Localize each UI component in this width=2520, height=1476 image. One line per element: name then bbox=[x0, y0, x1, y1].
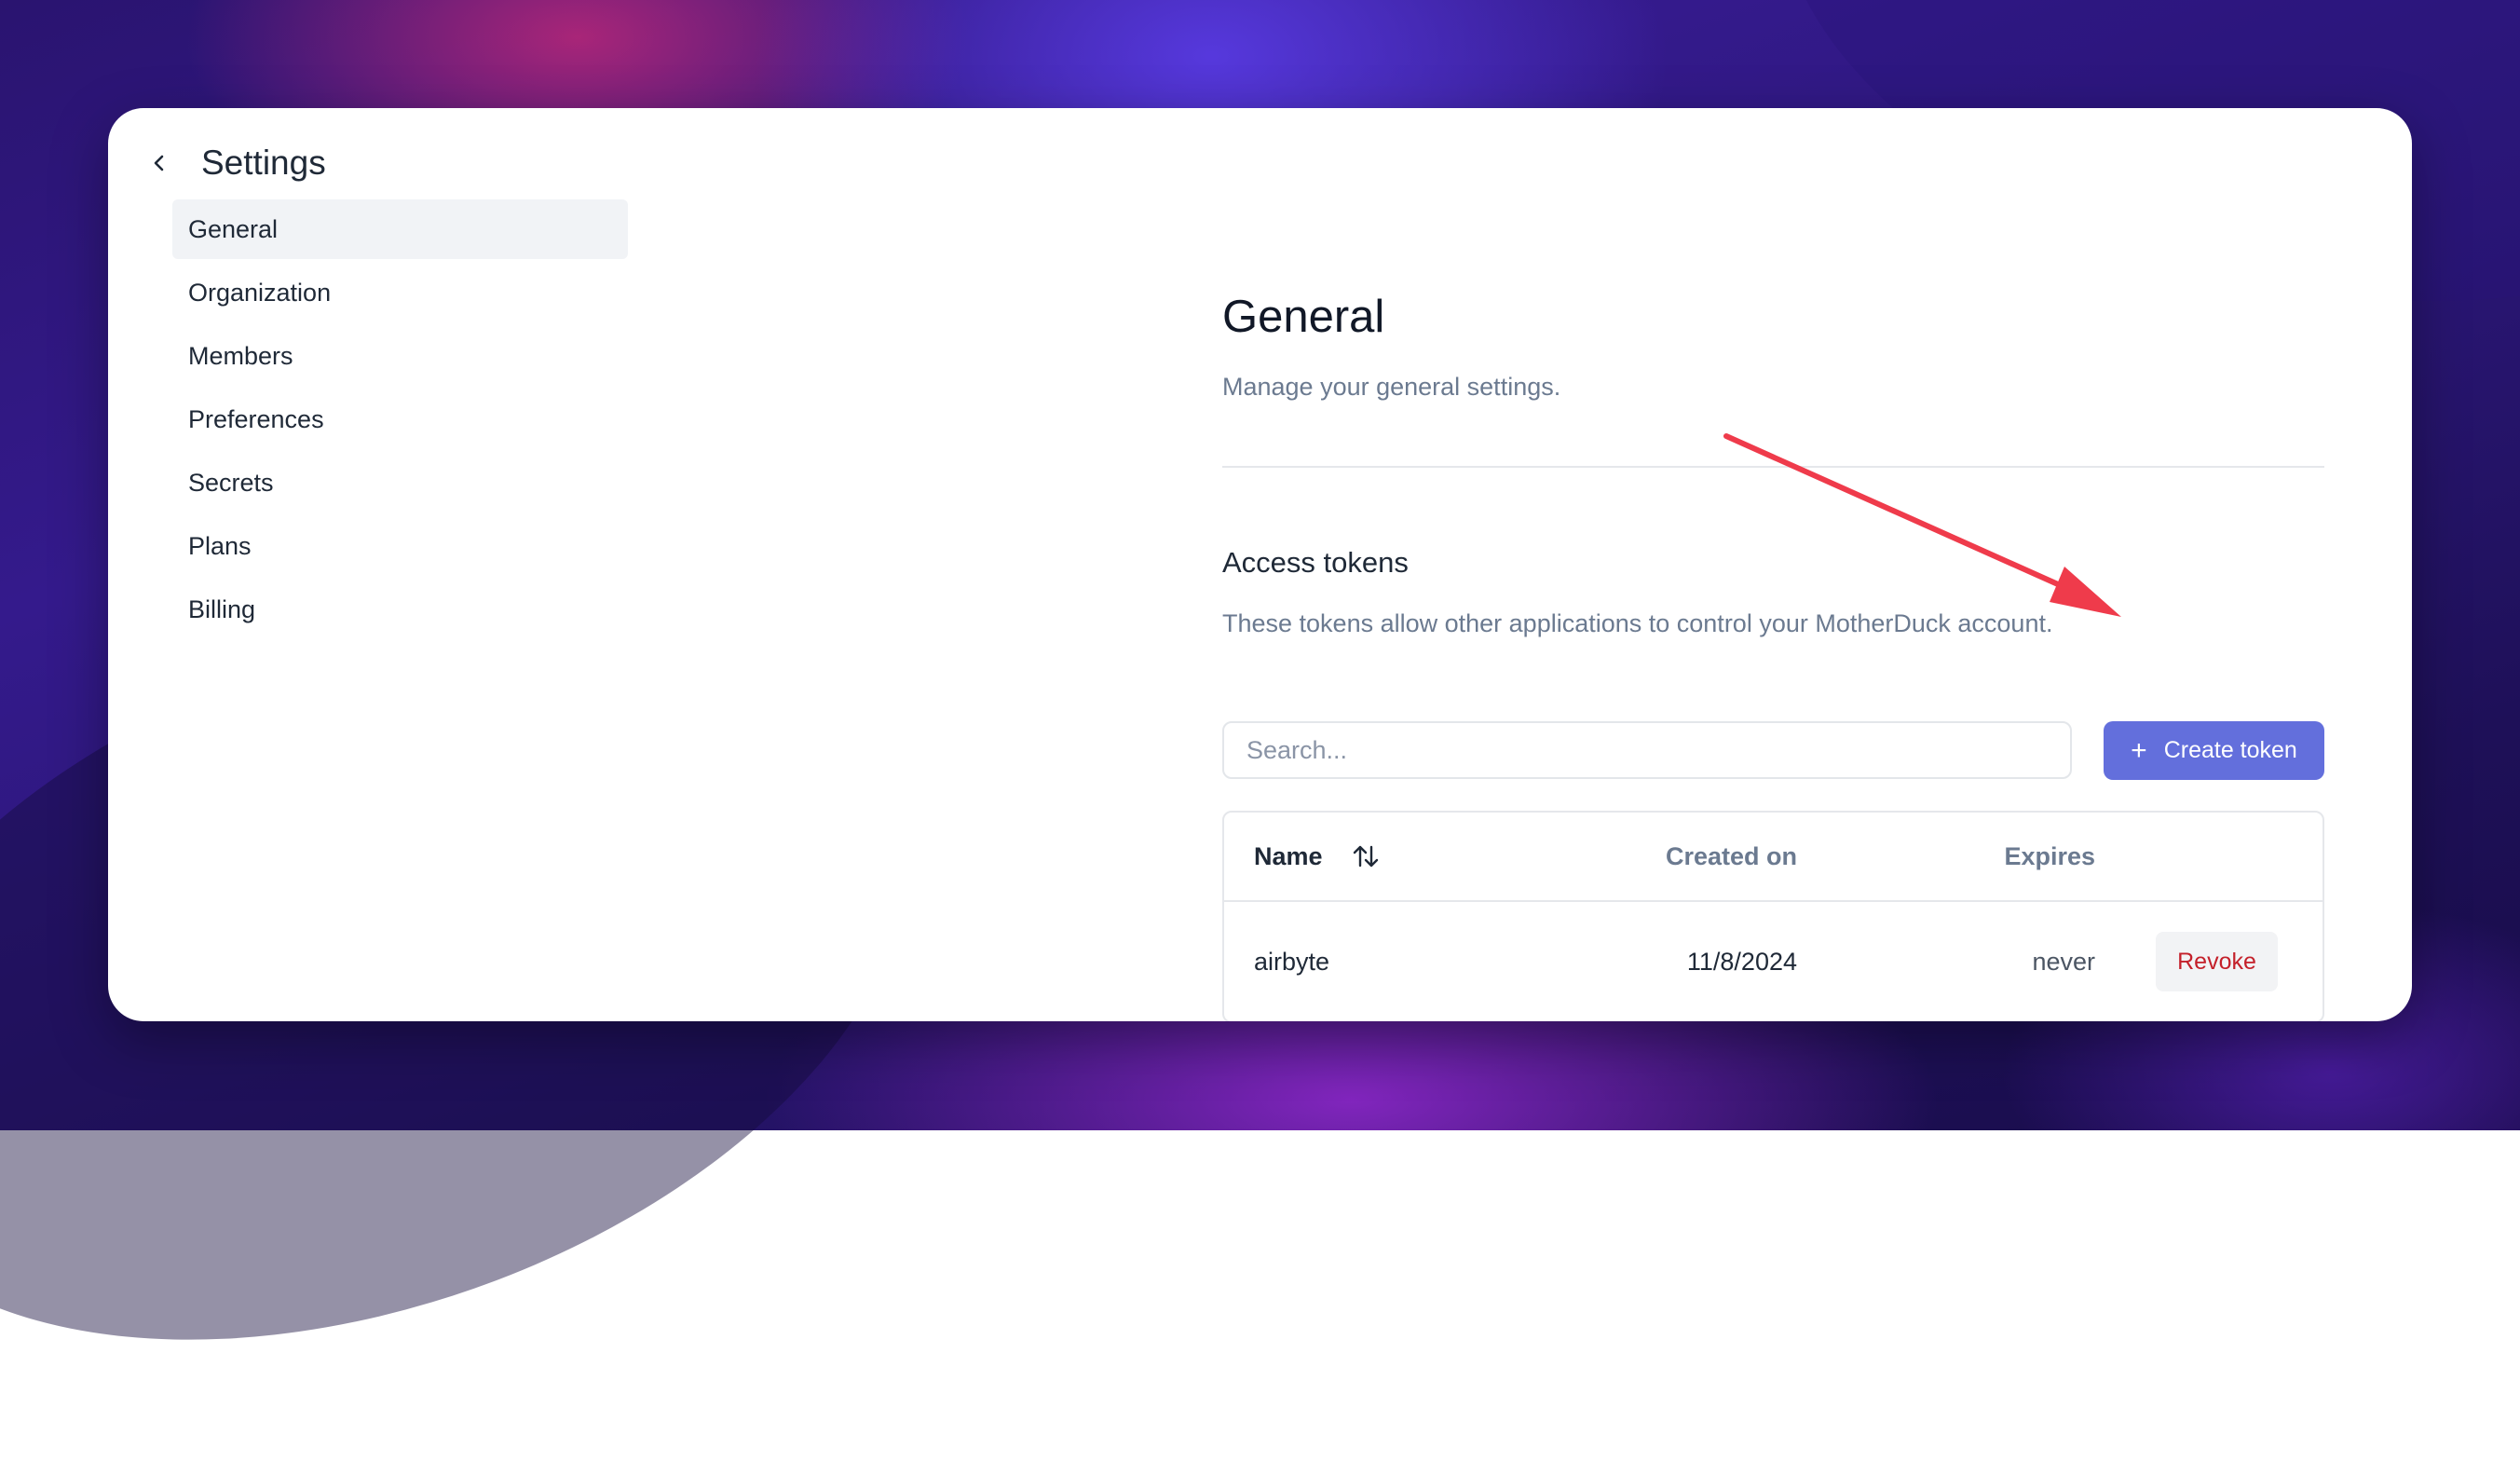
column-name-label: Name bbox=[1254, 841, 1323, 870]
sidebar-item-secrets[interactable]: Secrets bbox=[172, 453, 628, 512]
sidebar-item-plans[interactable]: Plans bbox=[172, 516, 628, 576]
column-header-created: Created on bbox=[1665, 841, 1797, 870]
column-header-name[interactable]: Name bbox=[1254, 813, 1381, 900]
page-subtitle: Manage your general settings. bbox=[1222, 373, 1561, 401]
sort-arrows-icon[interactable] bbox=[1351, 841, 1381, 871]
plus-icon: + bbox=[2131, 734, 2147, 766]
token-name: airbyte bbox=[1254, 947, 1330, 976]
sidebar-item-organization[interactable]: Organization bbox=[172, 263, 628, 322]
access-tokens-description: These tokens allow other applications to… bbox=[1222, 609, 2053, 637]
sidebar-item-preferences[interactable]: Preferences bbox=[172, 390, 628, 449]
revoke-button[interactable]: Revoke bbox=[2156, 932, 2278, 991]
sidebar-item-general[interactable]: General bbox=[172, 199, 628, 259]
sidebar-item-billing[interactable]: Billing bbox=[172, 580, 628, 639]
window-title: Settings bbox=[201, 144, 326, 182]
token-created-date: 11/8/2024 bbox=[1686, 947, 1797, 976]
token-expires: never bbox=[2032, 947, 2095, 976]
create-token-label: Create token bbox=[2163, 737, 2297, 763]
table-row: airbyte 11/8/2024 never Revoke bbox=[1224, 902, 2322, 1021]
access-tokens-heading: Access tokens bbox=[1222, 546, 1409, 579]
section-divider bbox=[1222, 466, 2324, 468]
token-search-input[interactable] bbox=[1222, 721, 2072, 779]
sidebar-item-members[interactable]: Members bbox=[172, 326, 628, 386]
tokens-table: Name Created on Expires airbyte 11/8/202… bbox=[1222, 811, 2324, 1021]
chevron-left-icon bbox=[154, 155, 164, 171]
create-token-button[interactable]: + Create token bbox=[2104, 721, 2324, 780]
page-title: General bbox=[1222, 292, 1385, 342]
table-header: Name Created on Expires bbox=[1224, 813, 2322, 902]
settings-sidebar: General Organization Members Preferences… bbox=[172, 199, 628, 643]
title-bar: Settings bbox=[136, 127, 326, 199]
column-header-expires: Expires bbox=[2004, 841, 2095, 870]
settings-window: Settings General Organization Members Pr… bbox=[108, 108, 2412, 1021]
back-button[interactable] bbox=[136, 140, 183, 186]
